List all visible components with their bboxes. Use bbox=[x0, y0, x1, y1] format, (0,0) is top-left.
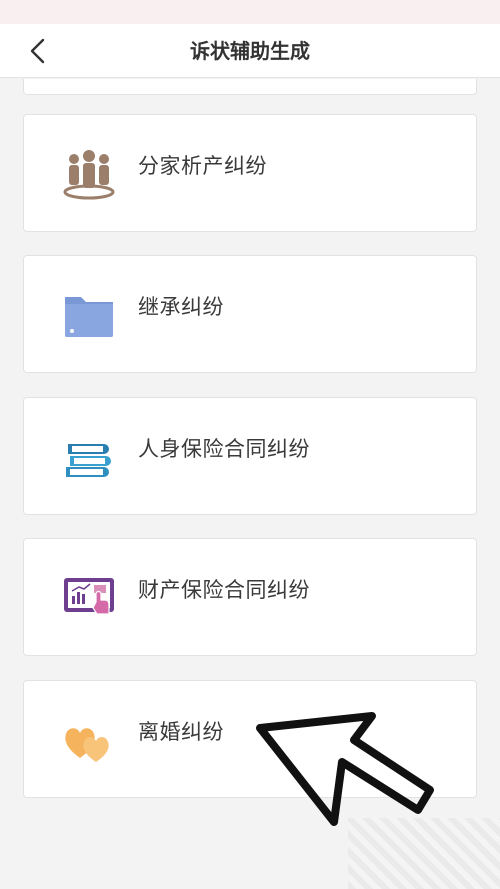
previous-card-edge bbox=[23, 79, 477, 95]
pointer-arrow-icon bbox=[256, 712, 434, 826]
back-button[interactable] bbox=[18, 34, 58, 68]
watermark-blur bbox=[348, 818, 500, 889]
card-property-insurance-dispute[interactable]: 财产保险合同纠纷 bbox=[23, 538, 477, 656]
folder-icon bbox=[62, 289, 116, 341]
status-bar bbox=[0, 0, 500, 24]
card-inheritance-dispute[interactable]: 继承纠纷 bbox=[23, 255, 477, 373]
two-hearts-icon bbox=[62, 714, 116, 766]
people-group-icon bbox=[62, 148, 116, 200]
card-label: 离婚纠纷 bbox=[138, 720, 224, 744]
card-life-insurance-dispute[interactable]: 人身保险合同纠纷 bbox=[23, 397, 477, 515]
card-label: 分家析产纠纷 bbox=[138, 154, 267, 178]
tablet-chart-icon bbox=[62, 572, 116, 624]
books-stack-icon bbox=[62, 431, 116, 483]
chevron-left-icon bbox=[30, 38, 45, 64]
page-title: 诉状辅助生成 bbox=[190, 39, 310, 63]
card-partition-dispute[interactable]: 分家析产纠纷 bbox=[23, 114, 477, 232]
top-header: 诉状辅助生成 bbox=[0, 24, 500, 78]
card-label: 继承纠纷 bbox=[138, 295, 224, 319]
card-label: 财产保险合同纠纷 bbox=[138, 578, 310, 602]
card-label: 人身保险合同纠纷 bbox=[138, 437, 310, 461]
